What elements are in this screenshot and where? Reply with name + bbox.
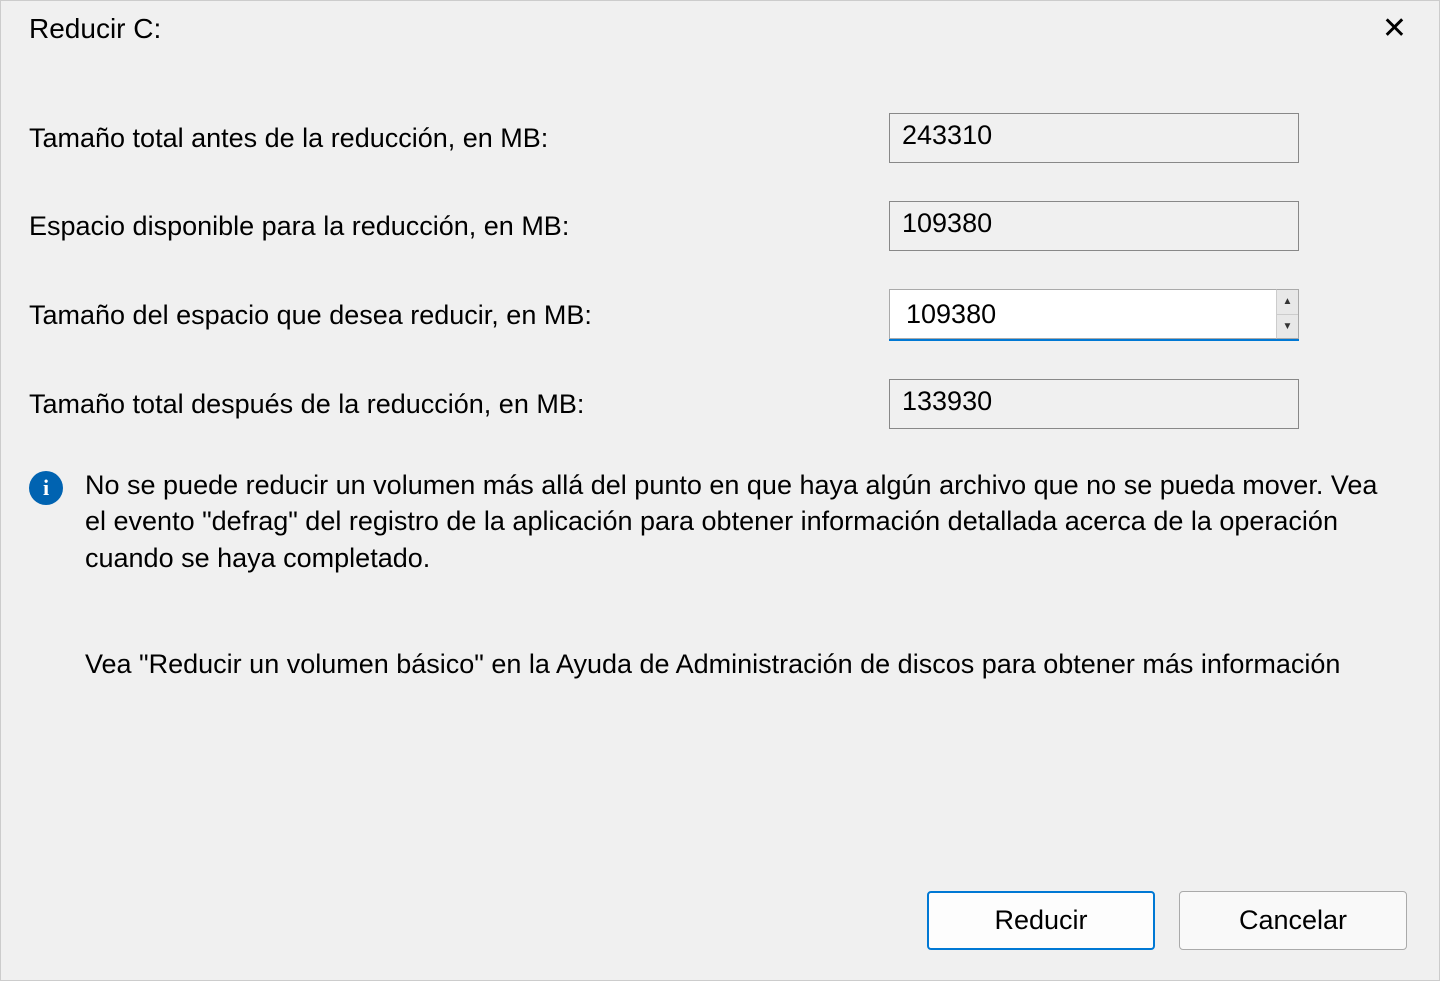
spinner-down-button[interactable]: ▼	[1277, 315, 1298, 339]
row-shrink-amount: Tamaño del espacio que desea reducir, en…	[29, 289, 1411, 341]
titlebar: Reducir C: ✕	[1, 1, 1439, 53]
shrink-button[interactable]: Reducir	[927, 891, 1155, 950]
info-text: No se puede reducir un volumen más allá …	[85, 467, 1401, 576]
cancel-button[interactable]: Cancelar	[1179, 891, 1407, 950]
shrink-amount-spinner: ▲ ▼	[889, 289, 1299, 341]
value-available: 109380	[889, 201, 1299, 251]
label-available: Espacio disponible para la reducción, en…	[29, 211, 889, 242]
row-total-after: Tamaño total después de la reducción, en…	[29, 379, 1411, 429]
shrink-amount-input[interactable]	[889, 289, 1276, 339]
row-available: Espacio disponible para la reducción, en…	[29, 201, 1411, 251]
shrink-volume-dialog: Reducir C: ✕ Tamaño total antes de la re…	[0, 0, 1440, 981]
row-total-before: Tamaño total antes de la reducción, en M…	[29, 113, 1411, 163]
info-section: i No se puede reducir un volumen más all…	[29, 467, 1411, 576]
label-total-before: Tamaño total antes de la reducción, en M…	[29, 123, 889, 154]
button-row: Reducir Cancelar	[1, 867, 1439, 980]
spinner-buttons: ▲ ▼	[1276, 289, 1299, 339]
dialog-title: Reducir C:	[29, 13, 161, 45]
help-text: Vea "Reducir un volumen básico" en la Ay…	[85, 646, 1411, 682]
label-shrink-amount: Tamaño del espacio que desea reducir, en…	[29, 300, 889, 331]
close-button[interactable]: ✕	[1370, 14, 1419, 44]
info-icon: i	[29, 471, 63, 505]
value-total-after: 133930	[889, 379, 1299, 429]
close-icon: ✕	[1382, 12, 1407, 45]
label-total-after: Tamaño total después de la reducción, en…	[29, 389, 889, 420]
chevron-down-icon: ▼	[1283, 321, 1293, 332]
value-total-before: 243310	[889, 113, 1299, 163]
dialog-content: Tamaño total antes de la reducción, en M…	[1, 53, 1439, 867]
spinner-up-button[interactable]: ▲	[1277, 290, 1298, 315]
chevron-up-icon: ▲	[1283, 296, 1293, 307]
